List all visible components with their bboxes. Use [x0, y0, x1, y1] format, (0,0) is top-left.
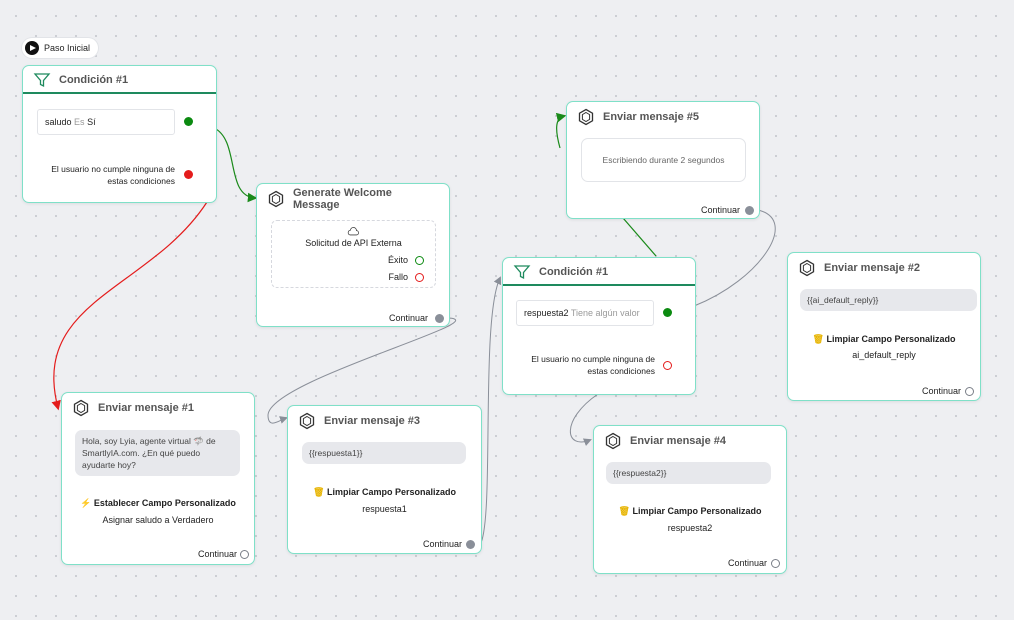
send-message-node-3[interactable]: Enviar mensaje #3 {{respuesta1}} 🗑 Limpi… — [287, 405, 482, 554]
action-detail: ai_default_reply — [852, 350, 916, 360]
welcome-message-node[interactable]: Generate Welcome Message Solicitud de AP… — [256, 183, 450, 327]
trash-icon: 🗑 — [812, 334, 824, 344]
rule-operator: Es — [74, 117, 85, 127]
openai-icon — [299, 412, 315, 430]
continue-label: Continuar — [197, 549, 237, 559]
edge-cond1-else-to-msg1 — [51, 201, 208, 411]
send-message-node-4[interactable]: Enviar mensaje #4 {{respuesta2}} 🗑 Limpi… — [593, 425, 787, 574]
fail-label: Fallo — [388, 272, 408, 282]
send-message-node-1[interactable]: Enviar mensaje #1 Hola, soy Lyia, agente… — [61, 392, 255, 565]
success-handle[interactable] — [415, 256, 424, 265]
typing-delay-box[interactable]: Escribiendo durante 2 segundos — [581, 138, 746, 182]
continue-label: Continuar — [388, 313, 428, 323]
continue-label: Continuar — [700, 205, 740, 215]
else-handle[interactable] — [184, 170, 193, 179]
condition-rule[interactable]: saludo Es Sí — [37, 109, 175, 135]
condition-title: Condición #1 — [59, 74, 129, 86]
continue-handle[interactable] — [771, 559, 780, 568]
node-header: Generate Welcome Message — [257, 186, 449, 212]
rule-field: saludo — [45, 117, 72, 127]
condition-title: Condición #1 — [539, 266, 609, 278]
cloud-icon — [347, 227, 359, 236]
openai-icon — [578, 108, 594, 126]
edge-msg3-to-cond2 — [479, 276, 502, 546]
node-header: Enviar mensaje #1 — [62, 395, 254, 421]
continue-label: Continuar — [921, 386, 961, 396]
node-title: Generate Welcome Message — [293, 187, 392, 211]
fail-handle[interactable] — [415, 273, 424, 282]
continue-handle[interactable] — [965, 387, 974, 396]
message-text[interactable]: Hola, soy Lyia, agente virtual 🦈 de Smar… — [75, 430, 240, 476]
continue-handle[interactable] — [240, 550, 249, 559]
message-text[interactable]: {{respuesta2}} — [606, 462, 771, 484]
condition-rule[interactable]: respuesta2 Tiene algún valor — [516, 300, 654, 326]
start-step-pill[interactable]: Paso Inicial — [22, 38, 99, 58]
condition-node-header: Condición #1 — [23, 68, 216, 94]
condition-else-text: El usuario no cumple ninguna de estas co… — [531, 354, 655, 376]
openai-icon — [268, 190, 284, 208]
api-request-label: Solicitud de API Externa — [305, 238, 402, 248]
action-title-text: Limpiar Campo Personalizado — [326, 487, 456, 497]
node-title: Enviar mensaje #3 — [324, 415, 421, 427]
node-header: Enviar mensaje #2 — [788, 255, 980, 281]
edge-cond2-yes-to-msg5 — [622, 217, 657, 257]
filter-icon — [33, 73, 51, 88]
node-header: Enviar mensaje #4 — [594, 428, 786, 454]
condition-node-header: Condición #1 — [503, 260, 695, 286]
success-label: Éxito — [387, 255, 408, 265]
else-handle[interactable] — [663, 361, 672, 370]
action-detail: respuesta1 — [362, 504, 407, 514]
condition-node-1[interactable]: Condición #1 saludo Es Sí El usuario no … — [22, 65, 217, 203]
play-icon — [25, 41, 39, 55]
action-title-text: Limpiar Campo Personalizado — [632, 506, 762, 516]
openai-icon — [73, 399, 89, 417]
action-title: 🗑 Limpiar Campo Personalizado — [594, 506, 786, 517]
openai-icon — [799, 259, 815, 277]
edge-cond2-to-msg5-in — [555, 112, 567, 149]
continue-handle[interactable] — [435, 314, 444, 323]
action-title: ⚡ Establecer Campo Personalizado — [62, 498, 254, 509]
condition-node-2[interactable]: Condición #1 respuesta2 Tiene algún valo… — [502, 257, 696, 395]
edge-msg5-to-cond2 — [693, 209, 776, 307]
node-title: Enviar mensaje #1 — [98, 402, 195, 414]
action-title: 🗑 Limpiar Campo Personalizado — [288, 487, 481, 498]
message-text[interactable]: {{ai_default_reply}} — [800, 289, 977, 311]
node-header: Enviar mensaje #3 — [288, 408, 481, 434]
rule-yes-handle[interactable] — [663, 308, 672, 317]
send-message-node-5[interactable]: Enviar mensaje #5 Escribiendo durante 2 … — [566, 101, 760, 219]
node-title: Enviar mensaje #5 — [603, 111, 700, 123]
node-header: Enviar mensaje #5 — [567, 104, 759, 130]
action-title: 🗑 Limpiar Campo Personalizado — [788, 334, 980, 345]
rule-yes-handle[interactable] — [184, 117, 193, 126]
send-message-node-2[interactable]: Enviar mensaje #2 {{ai_default_reply}} 🗑… — [787, 252, 981, 401]
node-title: Enviar mensaje #2 — [824, 262, 921, 274]
api-request-box[interactable]: Solicitud de API Externa Éxito Fallo — [271, 220, 436, 288]
rule-operator: Tiene algún valor — [570, 308, 640, 318]
edge-cond1-yes-to-welcome — [213, 127, 258, 203]
action-title-text: Limpiar Campo Personalizado — [826, 334, 956, 344]
action-detail: respuesta2 — [667, 523, 713, 533]
continue-handle[interactable] — [745, 206, 754, 215]
rule-field: respuesta2 — [524, 308, 569, 318]
filter-icon — [513, 265, 531, 280]
rule-value: Sí — [87, 117, 96, 127]
continue-handle[interactable] — [466, 540, 475, 549]
openai-icon — [605, 432, 621, 450]
lightning-icon: ⚡ — [80, 498, 92, 508]
start-step-label: Paso Inicial — [44, 43, 91, 53]
action-title-text: Establecer Campo Personalizado — [93, 498, 236, 508]
message-text[interactable]: {{respuesta1}} — [302, 442, 466, 464]
trash-icon: 🗑 — [313, 487, 325, 497]
trash-icon: 🗑 — [618, 506, 630, 516]
continue-label: Continuar — [422, 539, 462, 549]
action-detail: Asignar saludo a Verdadero — [102, 515, 214, 525]
node-title: Enviar mensaje #4 — [630, 435, 727, 447]
continue-label: Continuar — [727, 558, 767, 568]
condition-else-text: El usuario no cumple ninguna de estas co… — [51, 164, 175, 186]
